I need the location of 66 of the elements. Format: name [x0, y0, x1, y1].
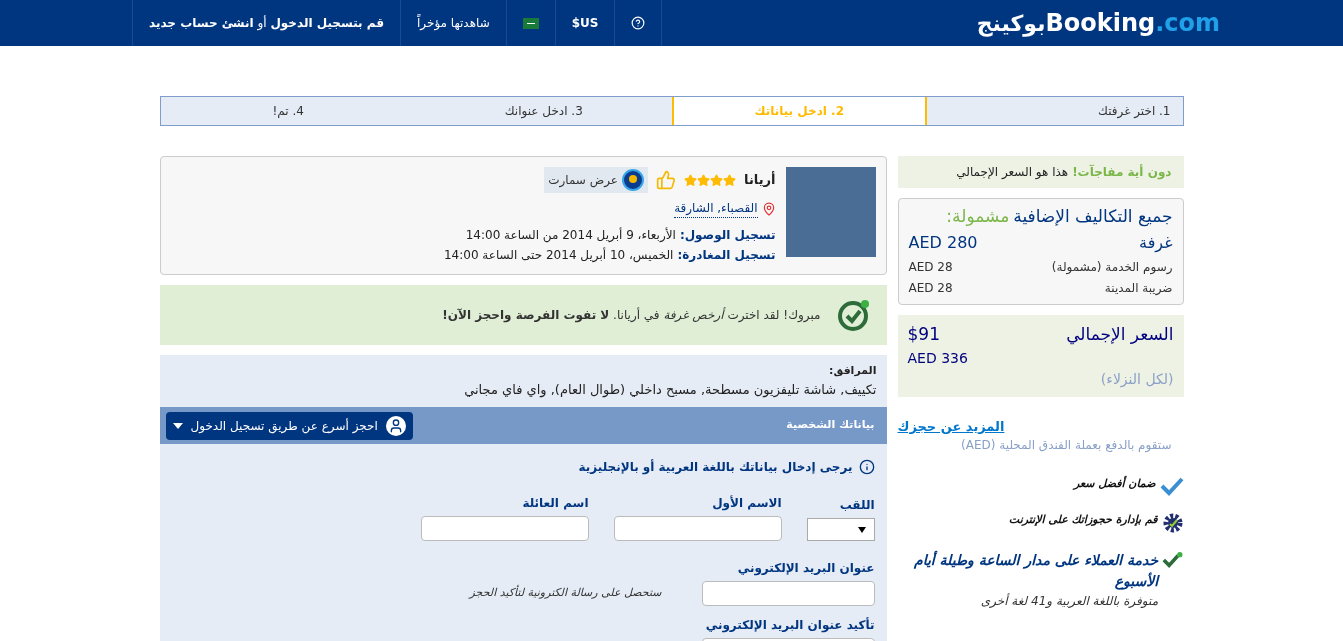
star-icon	[723, 173, 737, 187]
gear-check-icon	[1161, 512, 1184, 535]
login-link[interactable]: قم بتسجيل الدخول أو انشئ حساب جديد	[132, 0, 401, 46]
cost-label: غرفة	[1139, 232, 1173, 255]
cost-amount: AED 28	[908, 280, 953, 298]
notice-highlight: دون أية مفاجآت!	[1072, 163, 1172, 181]
info-icon	[858, 459, 875, 475]
total-local: AED 336	[907, 348, 968, 368]
star-icon	[684, 173, 698, 187]
date-value: الأربعاء، 9 أبريل 2014 من الساعة 14:00	[465, 226, 676, 244]
caret-icon	[857, 526, 866, 533]
user-icon	[385, 415, 406, 436]
thumbs-up-icon	[656, 170, 677, 190]
email-field[interactable]	[701, 581, 875, 606]
costs-title: جميع التكاليف الإضافية	[1013, 206, 1173, 228]
date-value: الخميس، 10 أبريل 2014 حتى الساعة 14:00	[443, 246, 674, 264]
field-label: اللقب	[838, 497, 875, 514]
step-tab[interactable]: 1. اختر غرفتك	[927, 97, 1183, 125]
caret-icon	[172, 422, 183, 429]
cost-amount: AED 280	[908, 232, 978, 255]
check-icon	[1159, 476, 1184, 497]
cost-amount: AED 28	[908, 259, 953, 277]
help-icon	[631, 16, 646, 30]
input-field[interactable]	[613, 516, 782, 541]
step-tab[interactable]: 4. تم!	[160, 97, 416, 125]
smart-deal-badge: عرض سمارت	[544, 167, 649, 193]
field-label: الاسم الأول	[711, 494, 782, 512]
feature-title: ضمان أفضل سعر	[1073, 476, 1156, 493]
hotel-name: أريانا	[744, 170, 776, 190]
field-label: عنوان البريد الإلكتروني	[736, 560, 875, 577]
feature-title: قم بإدارة حجوزاتك على الإنترنت	[1008, 512, 1158, 529]
amenities-label: المرافق:	[828, 363, 877, 379]
check-dot-icon	[1162, 550, 1184, 571]
input-field[interactable]	[420, 516, 589, 541]
currency-note: ستقوم بالدفع بعملة الفندق المحلية (AED)	[960, 437, 1172, 455]
info-text: يرجى إدخال بياناتك باللغة العربية أو بالإنجليزية	[578, 458, 853, 476]
included-label: مشمولة:	[946, 206, 1010, 228]
currency-button[interactable]: $US	[554, 0, 615, 46]
title-select[interactable]	[806, 518, 875, 541]
step-tab[interactable]: 3. ادخل عنوانك	[416, 97, 672, 125]
amenities-text: تكييف, شاشة تليفزيون مسطحة, مسبح داخلي (طوال العام), واي فاي مجاني	[463, 380, 877, 399]
feature-title: خدمة العملاء على مدار الساعة وطيلة أيام الأسبوع	[913, 550, 1159, 592]
total-usd: $91	[907, 323, 940, 347]
more-link[interactable]: المزيد عن حجزك	[897, 416, 1172, 437]
notice-text: هذا هو السعر الإجمالي	[956, 164, 1069, 181]
total-note: (لكل النزلاء)	[1099, 369, 1174, 390]
lightbulb-icon	[622, 169, 645, 191]
feature-subtitle: متوفرة باللغة العربية و41 لغة أخرى	[979, 592, 1159, 611]
date-label: تسجيل الوصول:	[679, 227, 776, 244]
check-circle-icon	[836, 298, 871, 332]
field-label: اسم العائلة	[521, 495, 589, 512]
star-icon	[710, 173, 724, 187]
congrats-message: مبروك! لقد اخترت أرخص غرفة في أريانا. لا تفوت الفرصة واحجز الآن!	[442, 306, 821, 324]
map-pin-icon	[761, 201, 776, 216]
form-title: بياناتك الشخصية	[786, 417, 875, 434]
recently-viewed-link[interactable]: شاهدتها مؤخراً	[400, 0, 506, 46]
cost-label: ضريبة المدينة	[1104, 280, 1173, 298]
email-hint: ستحصل على رسالة الكترونية لتأكيد الحجز	[469, 585, 662, 602]
star-icon	[697, 173, 711, 187]
cost-label: رسوم الخدمة (مشمولة)	[1051, 259, 1173, 277]
date-label: تسجيل المغادرة:	[677, 247, 776, 264]
total-label: السعر الإجمالي	[1066, 323, 1174, 347]
login-button[interactable]: احجز أسرع عن طريق تسجيل الدخول	[165, 411, 413, 440]
field-label: تأكيد عنوان البريد الإلكتروني	[704, 616, 875, 634]
location-link[interactable]: القصباء, الشارقة	[674, 199, 758, 218]
flag-icon	[522, 17, 539, 29]
